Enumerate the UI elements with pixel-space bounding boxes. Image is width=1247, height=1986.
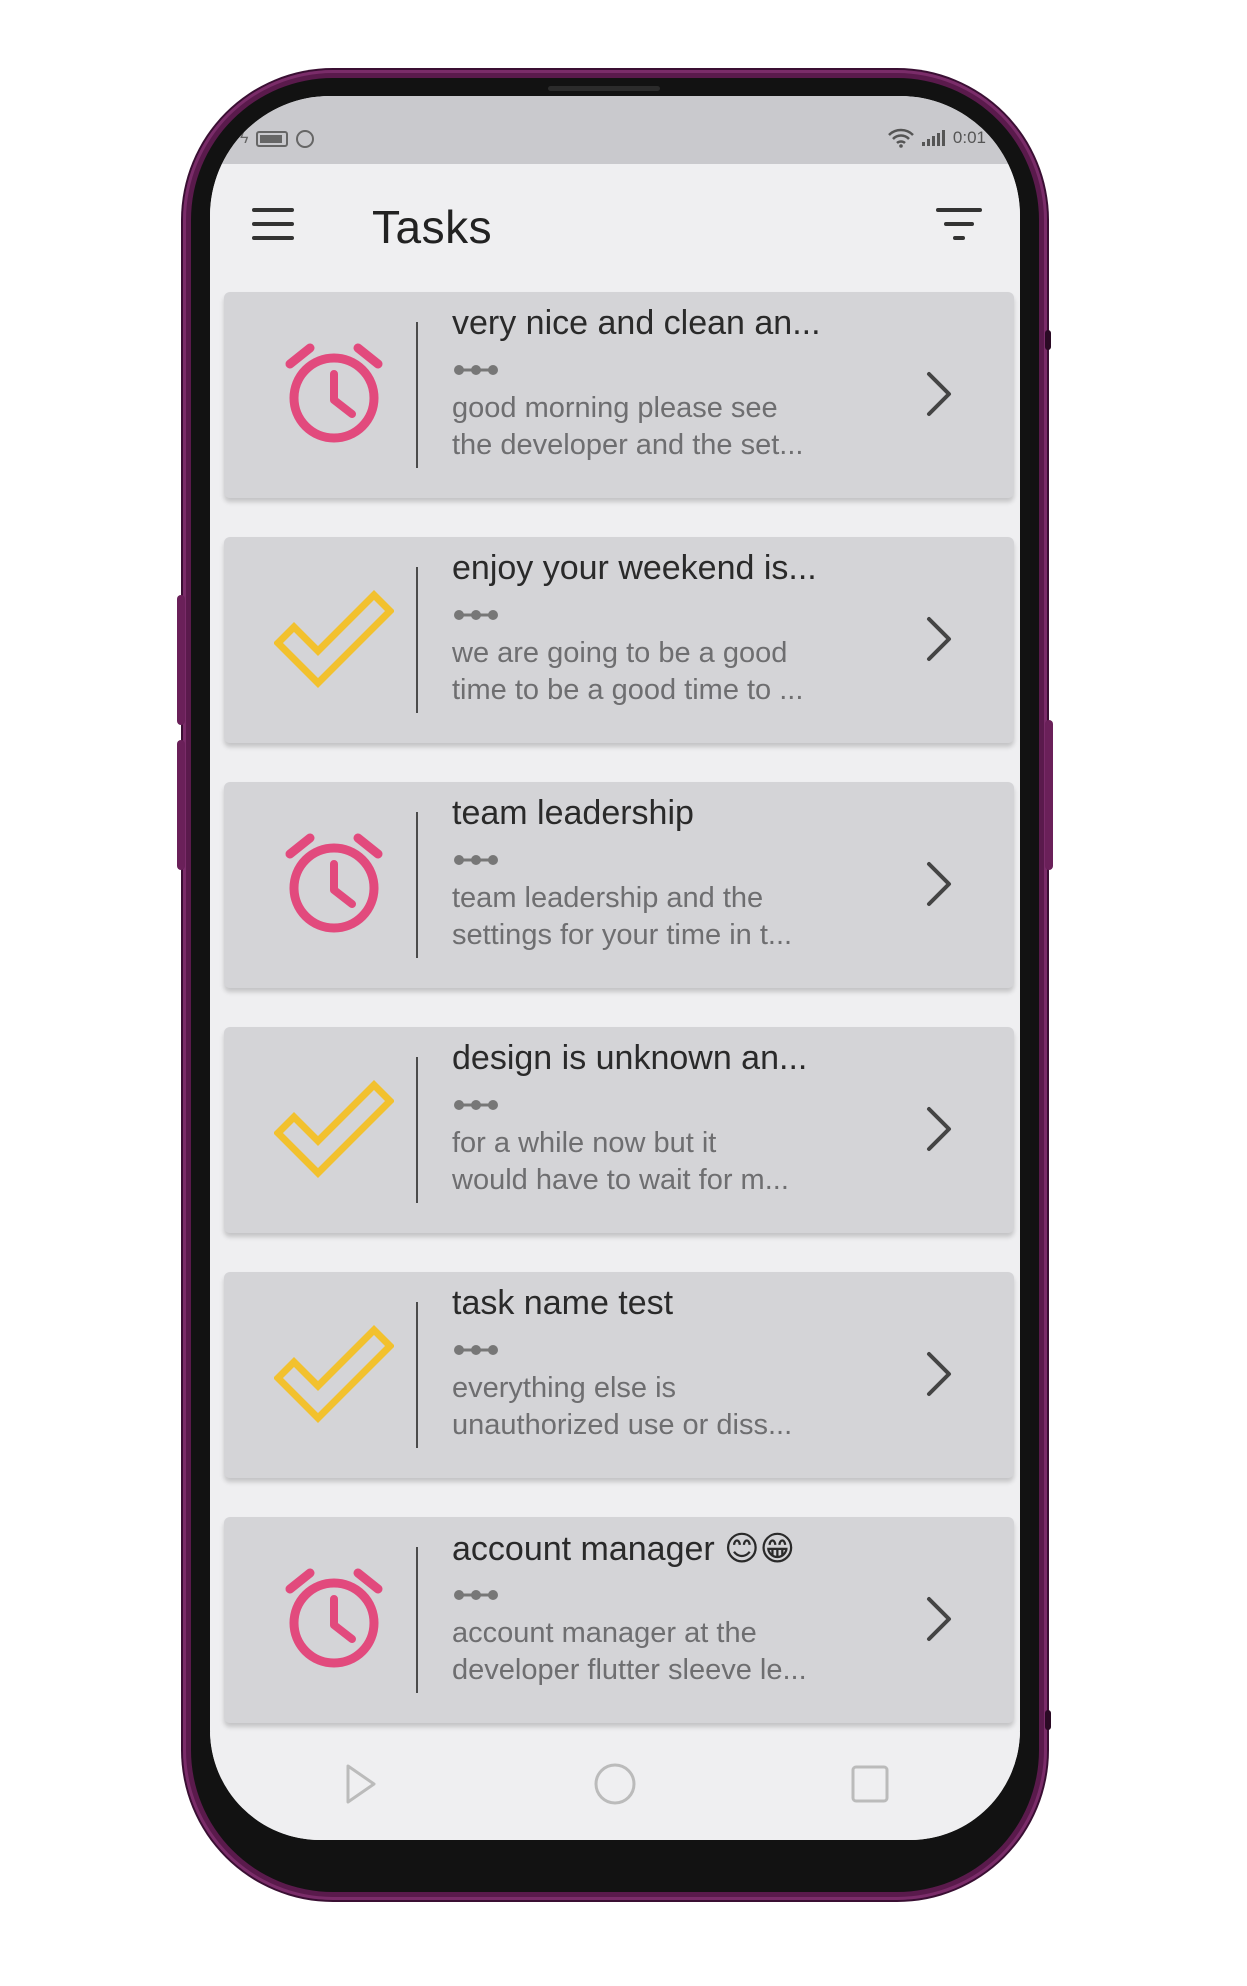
task-title: task name test [452, 1284, 674, 1322]
lock-icon [296, 130, 315, 148]
task-title: team leadership [452, 794, 694, 832]
task-card[interactable]: team leadership team leadership and the se… [224, 782, 1014, 988]
alarm-clock-icon [274, 1559, 394, 1679]
more-dots-icon [452, 1097, 500, 1118]
card-divider [416, 812, 418, 958]
task-title: design is unknown an... [452, 1039, 808, 1077]
status-time: 0:01 [952, 128, 986, 147]
task-description-line: account manager at the [452, 1617, 757, 1649]
filter-icon[interactable] [936, 208, 982, 240]
chevron-right-icon[interactable] [919, 1103, 959, 1155]
phone-screen: ϟ 0:01 Tasks very nice and clean an... g… [210, 96, 1020, 1840]
power-button [1045, 720, 1053, 870]
task-title: account manager 😊😁 [452, 1530, 796, 1568]
card-divider [416, 1057, 418, 1203]
task-description-line: team leadership and the [452, 882, 764, 914]
task-card[interactable]: enjoy your weekend is... we are going to … [224, 537, 1014, 743]
task-description: we are going to be a good time to be a go… [452, 635, 892, 709]
task-description-line: for a while now but it [452, 1127, 717, 1159]
volume-down-button [177, 740, 185, 870]
task-description: for a while now but it would have to wait… [452, 1125, 892, 1199]
card-divider [416, 1547, 418, 1693]
task-description: team leadership and the settings for your… [452, 880, 892, 954]
status-bar: ϟ 0:01 [210, 96, 1020, 164]
chevron-right-icon[interactable] [919, 858, 959, 910]
system-nav-bar [210, 1732, 1020, 1840]
checkmark-icon [273, 1314, 395, 1434]
more-dots-icon [452, 1342, 500, 1363]
task-description-line: developer flutter sleeve le... [452, 1654, 807, 1686]
card-divider [416, 1302, 418, 1448]
wifi-icon [888, 128, 914, 148]
task-description-line: would have to wait for m... [452, 1164, 789, 1196]
volume-up-button [177, 595, 185, 725]
checkmark-icon [273, 1069, 395, 1189]
checkmark-icon [273, 579, 395, 699]
page-title: Tasks [372, 201, 493, 253]
alarm-clock-icon [274, 824, 394, 944]
chevron-right-icon[interactable] [919, 613, 959, 665]
task-card[interactable]: design is unknown an... for a while now b… [224, 1027, 1014, 1233]
charging-icon: ϟ [240, 130, 249, 147]
task-description-line: we are going to be a good [452, 637, 788, 669]
more-dots-icon [452, 852, 500, 873]
task-description: account manager at the developer flutter … [452, 1615, 892, 1689]
task-description-line: unauthorized use or diss... [452, 1409, 793, 1441]
more-dots-icon [452, 607, 500, 628]
task-description-line: the developer and the set... [452, 429, 804, 461]
task-card[interactable]: very nice and clean an... good morning pl… [224, 292, 1014, 498]
more-dots-icon [452, 362, 500, 383]
antenna-line [1045, 330, 1051, 350]
triangle-back-icon[interactable] [330, 1754, 390, 1814]
task-description-line: everything else is [452, 1372, 677, 1404]
signal-icon [921, 130, 945, 146]
earpiece-speaker [548, 86, 660, 91]
battery-icon [256, 131, 289, 147]
chevron-right-icon[interactable] [919, 1593, 959, 1645]
chevron-right-icon[interactable] [919, 1348, 959, 1400]
task-description-line: time to be a good time to ... [452, 674, 804, 706]
card-divider [416, 567, 418, 713]
task-description: good morning please see the developer and… [452, 390, 892, 464]
circle-home-icon[interactable] [585, 1754, 645, 1814]
app-bar: Tasks [210, 164, 1020, 294]
alarm-clock-icon [274, 334, 394, 454]
task-title: very nice and clean an... [452, 304, 821, 342]
task-description: everything else is unauthorized use or di… [452, 1370, 892, 1444]
chevron-right-icon[interactable] [919, 368, 959, 420]
status-left: ϟ [240, 130, 315, 148]
hamburger-menu-icon[interactable] [252, 208, 294, 240]
task-description-line: good morning please see [452, 392, 778, 424]
status-right: 0:01 [888, 128, 986, 148]
task-card[interactable]: task name test everything else is unauthor… [224, 1272, 1014, 1478]
task-card[interactable]: account manager 😊😁 account manager at the… [224, 1517, 1014, 1723]
antenna-line [1045, 1710, 1051, 1730]
task-description-line: settings for your time in t... [452, 919, 793, 951]
card-divider [416, 322, 418, 468]
square-recents-icon[interactable] [840, 1754, 900, 1814]
task-title: enjoy your weekend is... [452, 549, 817, 587]
more-dots-icon [452, 1587, 500, 1608]
